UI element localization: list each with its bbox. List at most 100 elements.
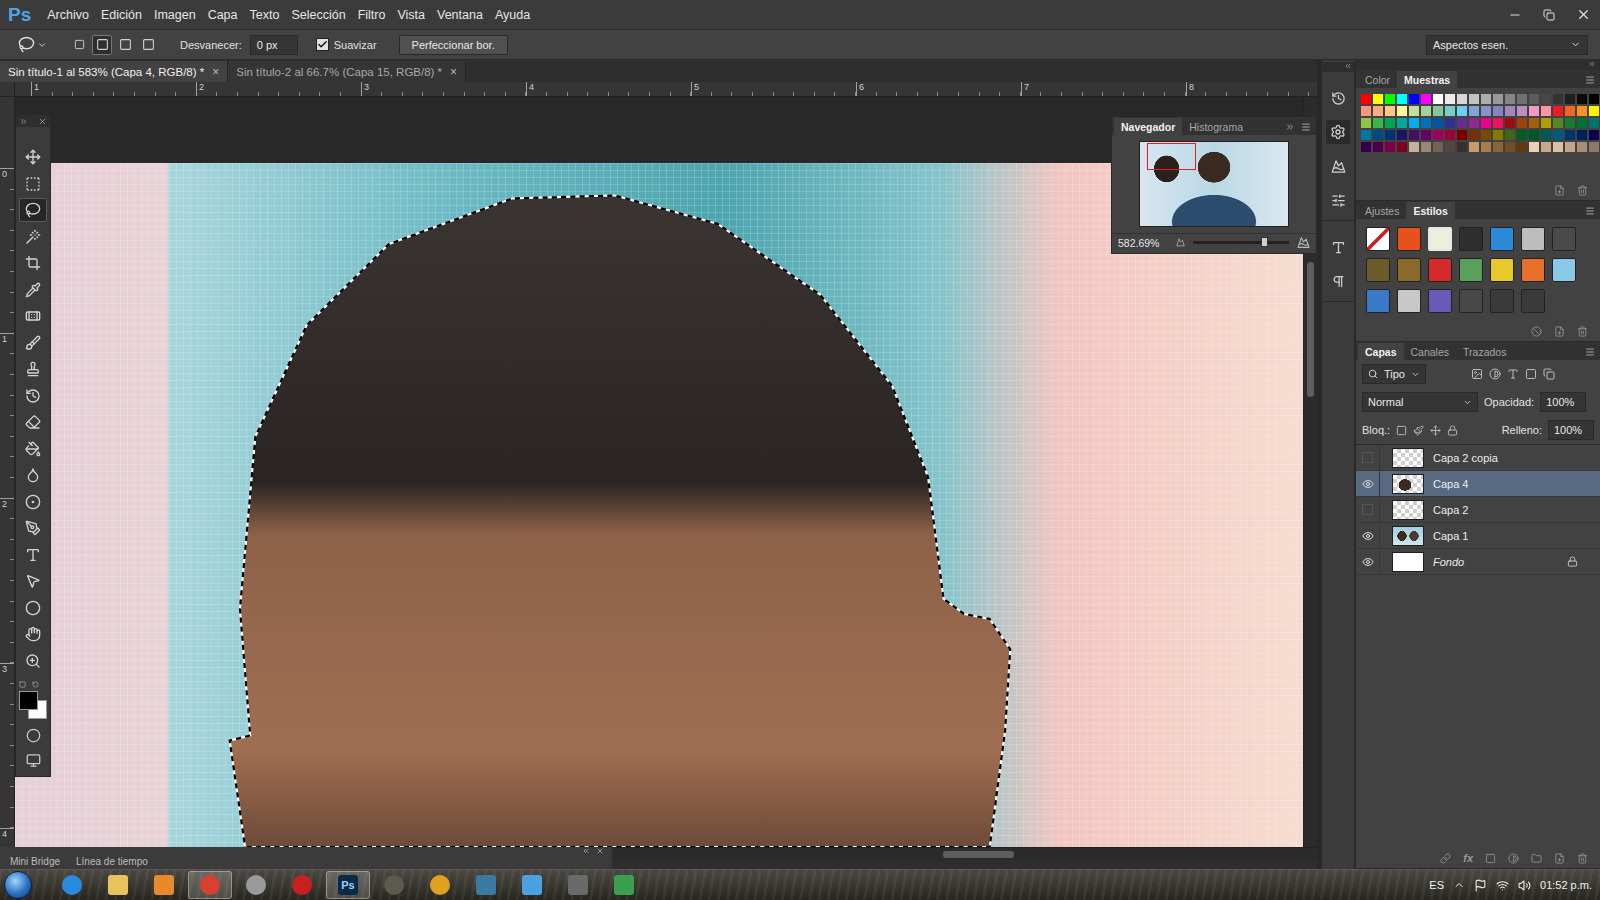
scroll-thumb[interactable]: [1307, 262, 1314, 397]
swatch[interactable]: [1553, 94, 1563, 104]
selection-mode-button[interactable]: [115, 35, 135, 55]
swatch[interactable]: [1589, 94, 1599, 104]
panel-tab[interactable]: Ajustes: [1358, 202, 1406, 219]
swatch[interactable]: [1397, 106, 1407, 116]
trash-icon[interactable]: [1577, 185, 1588, 196]
swatch[interactable]: [1457, 142, 1467, 152]
smart-filter-icon[interactable]: [1543, 368, 1555, 380]
taskbar-app[interactable]: [50, 871, 94, 899]
close-icon[interactable]: [596, 847, 604, 855]
swatch[interactable]: [1373, 118, 1383, 128]
swatch[interactable]: [1577, 94, 1587, 104]
taskbar-app[interactable]: [280, 871, 324, 899]
swatch[interactable]: [1385, 118, 1395, 128]
panel-tab[interactable]: Histograma: [1182, 118, 1250, 135]
swatch[interactable]: [1493, 118, 1503, 128]
taskbar-app[interactable]: [464, 871, 508, 899]
magic-wand-tool[interactable]: [19, 225, 47, 249]
minimize-button[interactable]: [1498, 0, 1532, 29]
swatch[interactable]: [1577, 142, 1587, 152]
collapse-icon[interactable]: [582, 847, 590, 855]
ellipse-tool[interactable]: [19, 596, 47, 620]
move-tool[interactable]: [19, 145, 47, 169]
menu-item[interactable]: Texto: [244, 5, 286, 25]
swatch[interactable]: [1505, 118, 1515, 128]
swatch[interactable]: [1589, 130, 1599, 140]
swatch[interactable]: [1397, 142, 1407, 152]
lasso-tool[interactable]: [19, 198, 47, 222]
layer-row[interactable]: Capa 2: [1356, 497, 1600, 523]
visibility-toggle[interactable]: [1356, 497, 1380, 522]
swatch[interactable]: [1505, 94, 1515, 104]
panel-menu-icon[interactable]: [1585, 347, 1595, 357]
swatch[interactable]: [1469, 94, 1479, 104]
menu-item[interactable]: Archivo: [41, 5, 95, 25]
swatch[interactable]: [1421, 142, 1431, 152]
swatch[interactable]: [1385, 142, 1395, 152]
taskbar-app[interactable]: Ps: [326, 871, 370, 899]
swatch[interactable]: [1565, 106, 1575, 116]
panel-tab[interactable]: Navegador: [1114, 118, 1182, 135]
swatch[interactable]: [1469, 130, 1479, 140]
bottom-panel-tab[interactable]: Mini Bridge: [4, 856, 66, 868]
style-preset[interactable]: [1521, 289, 1545, 313]
swatch[interactable]: [1565, 94, 1575, 104]
swatch[interactable]: [1385, 106, 1395, 116]
document-tab[interactable]: Sin título-1 al 583% (Capa 4, RGB/8) *×: [0, 61, 228, 82]
lock-transparency-icon[interactable]: [1396, 425, 1407, 436]
swatch[interactable]: [1361, 142, 1371, 152]
navigator-thumbnail[interactable]: [1139, 141, 1289, 227]
taskbar-app[interactable]: [188, 871, 232, 899]
zoom-value[interactable]: 582.69%: [1118, 237, 1168, 249]
swatch[interactable]: [1445, 130, 1455, 140]
collapse-icon[interactable]: [1285, 122, 1295, 132]
layer-filter-select[interactable]: Tipo: [1362, 364, 1426, 384]
swatch[interactable]: [1565, 130, 1575, 140]
panel-tab[interactable]: Color: [1358, 71, 1397, 88]
swatch[interactable]: [1505, 106, 1515, 116]
new-layer-icon[interactable]: [1554, 853, 1565, 864]
panel-menu-icon[interactable]: [1585, 206, 1595, 216]
style-preset[interactable]: [1366, 289, 1390, 313]
swatch[interactable]: [1517, 118, 1527, 128]
visibility-toggle[interactable]: [1356, 471, 1380, 496]
swatch[interactable]: [1517, 142, 1527, 152]
swatch[interactable]: [1553, 106, 1563, 116]
style-preset[interactable]: [1428, 258, 1452, 282]
swatch[interactable]: [1469, 142, 1479, 152]
start-button[interactable]: [4, 871, 32, 899]
selection-mode-button[interactable]: [138, 35, 158, 55]
swatch[interactable]: [1517, 94, 1527, 104]
visibility-toggle[interactable]: [1356, 549, 1380, 574]
swatch[interactable]: [1541, 130, 1551, 140]
swatch[interactable]: [1589, 142, 1599, 152]
mask-icon[interactable]: [1485, 853, 1496, 864]
opacity-field[interactable]: 100%: [1540, 392, 1586, 412]
swatch[interactable]: [1445, 118, 1455, 128]
path-selection-tool[interactable]: [19, 569, 47, 593]
style-preset[interactable]: [1428, 227, 1452, 251]
close-icon[interactable]: [38, 117, 47, 126]
swatch[interactable]: [1589, 106, 1599, 116]
zoom-slider[interactable]: [1193, 241, 1289, 244]
history-brush-tool[interactable]: [19, 384, 47, 408]
selection-mode-button[interactable]: [69, 35, 89, 55]
swatch[interactable]: [1481, 142, 1491, 152]
swatch[interactable]: [1421, 106, 1431, 116]
swatch[interactable]: [1493, 94, 1503, 104]
style-preset[interactable]: [1397, 289, 1421, 313]
style-preset[interactable]: [1552, 227, 1576, 251]
antialias-option[interactable]: Suavizar: [316, 38, 377, 51]
swatch[interactable]: [1481, 118, 1491, 128]
quick-mask-icon[interactable]: [26, 728, 41, 743]
layer-row[interactable]: Fondo: [1356, 549, 1600, 575]
menu-item[interactable]: Imagen: [148, 5, 202, 25]
swatch[interactable]: [1361, 118, 1371, 128]
layer-row[interactable]: Capa 4: [1356, 471, 1600, 497]
swatch[interactable]: [1421, 118, 1431, 128]
swatch[interactable]: [1373, 94, 1383, 104]
eraser-tool[interactable]: [19, 410, 47, 434]
swatch[interactable]: [1589, 118, 1599, 128]
link-icon[interactable]: [1440, 853, 1451, 864]
clone-stamp-tool[interactable]: [19, 357, 47, 381]
